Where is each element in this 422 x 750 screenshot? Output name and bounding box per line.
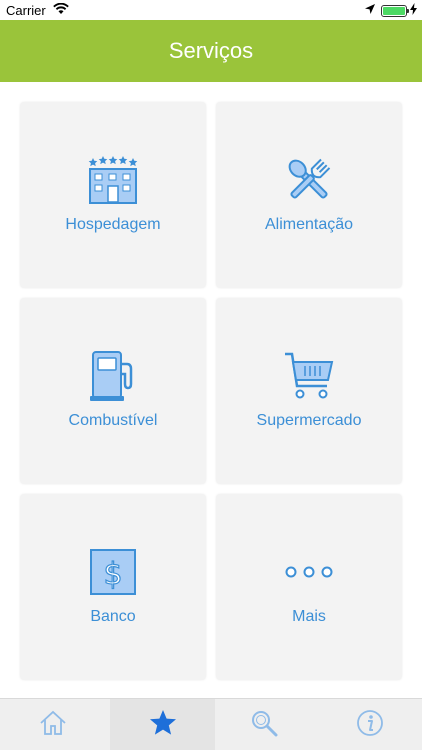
service-tile-hospedagem[interactable]: Hospedagem	[20, 102, 206, 288]
hotel-icon	[85, 152, 141, 208]
star-icon	[149, 709, 177, 741]
search-icon	[250, 709, 278, 742]
tab-info[interactable]	[317, 699, 422, 750]
shopping-cart-icon	[281, 348, 337, 404]
status-bar: Carrier	[0, 0, 422, 20]
page-title: Serviços	[168, 38, 254, 63]
charging-bolt-icon	[410, 3, 417, 18]
service-label-combustivel: Combustível	[68, 412, 158, 429]
home-icon	[39, 710, 67, 741]
service-tile-combustivel[interactable]: Combustível	[20, 298, 206, 484]
svg-text:$: $	[103, 557, 122, 592]
service-tile-mais[interactable]: Mais	[216, 494, 402, 680]
tab-home[interactable]	[0, 699, 105, 750]
service-label-banco: Banco	[90, 608, 136, 625]
service-label-hospedagem: Hospedagem	[65, 216, 161, 233]
service-tile-supermercado[interactable]: Supermercado	[216, 298, 402, 484]
tab-bar	[0, 698, 422, 750]
navigation-bar: Serviços	[0, 20, 422, 82]
tab-favorites[interactable]	[110, 699, 215, 750]
location-arrow-icon	[364, 3, 376, 18]
service-label-supermercado: Supermercado	[256, 412, 362, 429]
dollar-icon: $	[85, 544, 141, 600]
battery-icon	[381, 5, 407, 17]
service-tile-banco[interactable]: $ Banco	[20, 494, 206, 680]
service-tile-alimentacao[interactable]: Alimentação	[216, 102, 402, 288]
wifi-icon	[53, 2, 69, 18]
battery-tip	[407, 9, 409, 13]
service-label-mais: Mais	[292, 608, 326, 625]
services-grid: Hospedagem Alimentação Combustível Super…	[0, 82, 422, 698]
fuel-pump-icon	[85, 348, 141, 404]
info-icon	[356, 709, 384, 742]
service-label-alimentacao: Alimentação	[264, 216, 354, 233]
fork-spoon-icon	[281, 152, 337, 208]
tab-search[interactable]	[211, 699, 316, 750]
more-dots-icon	[281, 544, 337, 600]
carrier-label: Carrier	[6, 3, 46, 18]
